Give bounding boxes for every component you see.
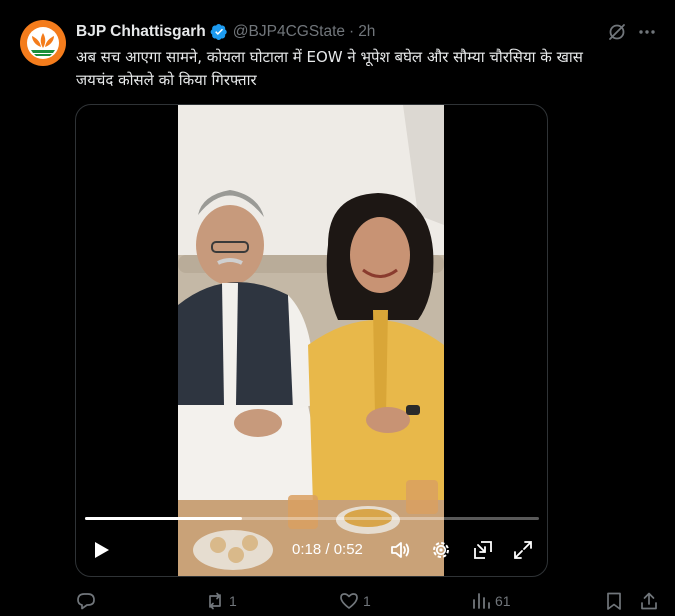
analytics-icon [473,593,490,609]
like-count: 1 [363,593,371,609]
repost-button[interactable]: 1 [205,588,237,614]
video-controls: 0:18 / 0:52 [76,535,547,565]
share-button[interactable] [639,588,659,614]
video-player[interactable]: 0:18 / 0:52 [75,104,548,577]
share-icon [641,592,657,610]
bookmark-button[interactable] [604,588,624,614]
reply-button[interactable] [76,588,100,614]
tweet-header: BJP Chhattisgarh @BJP4CGState · 2h [76,22,375,42]
author-name[interactable]: BJP Chhattisgarh [76,23,206,41]
verified-badge-icon[interactable] [210,23,228,41]
more-options-icon[interactable] [637,22,657,42]
play-icon[interactable] [90,539,112,561]
tweet-time[interactable]: 2h [358,23,375,41]
bookmark-icon [607,592,621,610]
avatar[interactable] [20,20,66,66]
video-thumbnail-image [178,105,444,576]
volume-icon[interactable] [389,539,411,561]
heart-icon [340,593,358,609]
views-count: 61 [495,593,511,609]
bjp-lotus-logo-icon [31,33,55,56]
repost-icon [209,592,221,610]
settings-icon[interactable] [430,539,452,561]
video-progress-fill [85,517,243,520]
video-timecode: 0:18 / 0:52 [292,541,363,558]
like-button[interactable]: 1 [339,588,371,614]
reply-icon [77,593,95,610]
fullscreen-icon[interactable] [512,539,534,561]
views-button[interactable]: 61 [471,588,511,614]
tweet-article[interactable]: BJP Chhattisgarh @BJP4CGState · 2h अब सच… [0,0,675,616]
repost-count: 1 [229,593,237,609]
separator-dot: · [349,23,355,40]
video-progress-bar[interactable] [85,517,539,520]
tweet-actions: 1 1 61 [0,588,675,614]
author-handle[interactable]: @BJP4CGState [233,23,345,41]
pip-icon[interactable] [472,539,494,561]
tweet-text: अब सच आएगा सामने, कोयला घोटाला में EOW न… [76,48,583,89]
video-frame[interactable] [178,105,444,576]
grok-icon[interactable] [607,22,627,42]
